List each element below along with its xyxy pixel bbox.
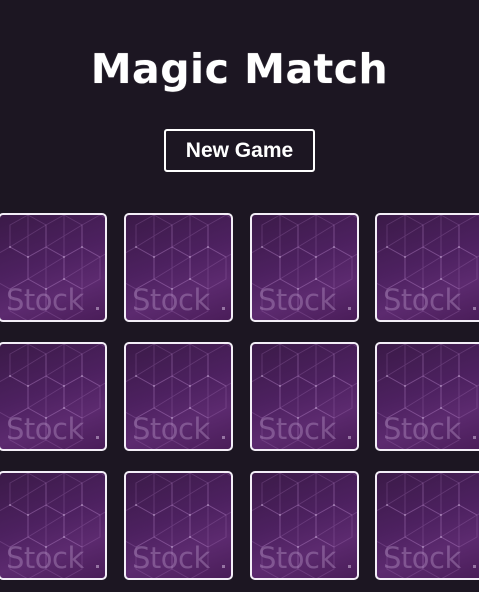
card-watermark: Stock: [132, 412, 210, 446]
card-watermark: Stock: [132, 541, 210, 575]
memory-card[interactable]: Stock: [0, 342, 107, 451]
watermark-dot: [96, 307, 99, 310]
watermark-dot: [96, 436, 99, 439]
memory-card[interactable]: Stock: [124, 342, 233, 451]
card-watermark: Stock: [383, 412, 461, 446]
watermark-dot: [473, 307, 476, 310]
memory-card[interactable]: Stock: [375, 471, 479, 580]
watermark-dot: [222, 565, 225, 568]
watermark-dot: [473, 565, 476, 568]
card-watermark: Stock: [258, 412, 336, 446]
memory-card[interactable]: Stock: [250, 213, 359, 322]
card-watermark: Stock: [383, 541, 461, 575]
card-watermark: Stock: [258, 541, 336, 575]
memory-card[interactable]: Stock: [124, 213, 233, 322]
card-watermark: Stock: [132, 283, 210, 317]
watermark-dot: [348, 436, 351, 439]
memory-card[interactable]: Stock: [375, 342, 479, 451]
memory-card[interactable]: Stock: [250, 471, 359, 580]
watermark-dot: [348, 307, 351, 310]
memory-card[interactable]: Stock: [0, 471, 107, 580]
card-watermark: Stock: [383, 283, 461, 317]
card-watermark: Stock: [6, 541, 84, 575]
memory-card[interactable]: Stock: [375, 213, 479, 322]
watermark-dot: [222, 436, 225, 439]
card-grid: Stock Stock Stock Stock Stock Stock Stock Stock…: [0, 0, 479, 592]
watermark-dot: [222, 307, 225, 310]
watermark-dot: [348, 565, 351, 568]
card-watermark: Stock: [258, 283, 336, 317]
card-watermark: Stock: [6, 412, 84, 446]
memory-card[interactable]: Stock: [250, 342, 359, 451]
card-watermark: Stock: [6, 283, 84, 317]
watermark-dot: [96, 565, 99, 568]
memory-card[interactable]: Stock: [124, 471, 233, 580]
memory-card[interactable]: Stock: [0, 213, 107, 322]
watermark-dot: [473, 436, 476, 439]
